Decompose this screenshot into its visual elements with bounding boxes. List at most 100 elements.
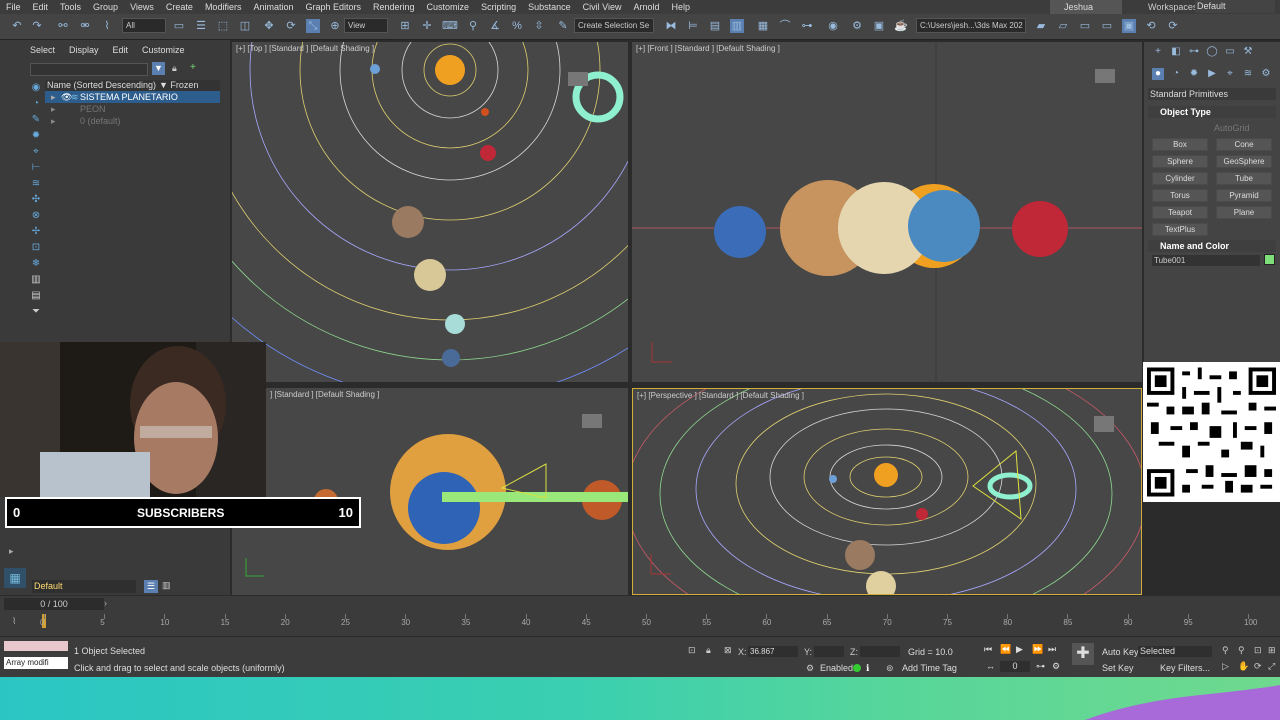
maxscript-input[interactable]: Array modifi xyxy=(4,657,68,669)
select-by-name-icon[interactable]: ☰ xyxy=(194,19,208,33)
zoom-icon[interactable]: ⚲ xyxy=(1222,645,1229,656)
next-frame-icon[interactable]: ⏩ xyxy=(1032,644,1043,655)
tab-edit[interactable]: Edit xyxy=(113,45,129,55)
shapes-icon[interactable]: ◔ xyxy=(1170,68,1182,80)
rotate-icon[interactable]: ⟳ xyxy=(284,19,298,33)
display-xrefs-icon[interactable]: ⊗ xyxy=(30,210,42,222)
display-shapes-icon[interactable]: ✎ xyxy=(30,114,42,126)
sphere-button[interactable]: Sphere xyxy=(1152,155,1208,168)
user-account-button[interactable]: Jeshua Arma... xyxy=(1050,0,1122,26)
menu-animation[interactable]: Animation xyxy=(247,0,299,14)
planet[interactable] xyxy=(370,64,380,74)
layer-explorer-icon[interactable]: ▥ xyxy=(730,19,744,33)
layer-dropdown[interactable]: Default xyxy=(32,580,136,593)
unlink-icon[interactable]: ⚮ xyxy=(78,19,92,33)
time-tag-icon[interactable]: ⊚ xyxy=(886,663,894,674)
go-to-start-icon[interactable]: ⏮ xyxy=(984,644,992,655)
select-object-icon[interactable]: ▭ xyxy=(172,19,186,33)
motion-tab-icon[interactable]: ◯ xyxy=(1206,46,1218,58)
snaps-toggle-icon[interactable]: ⚲ xyxy=(466,19,480,33)
ribbon-icon[interactable]: ▦ xyxy=(756,19,770,33)
curve-editor-icon[interactable]: ⌒ xyxy=(778,19,792,33)
tube-button[interactable]: Tube xyxy=(1216,172,1272,185)
object-color-swatch[interactable] xyxy=(1264,254,1275,265)
menu-modifiers[interactable]: Modifiers xyxy=(199,0,248,14)
menu-views[interactable]: Views xyxy=(124,0,160,14)
tab-select[interactable]: Select xyxy=(30,45,55,55)
planet[interactable] xyxy=(392,206,424,238)
hierarchy-icon[interactable]: ▤ xyxy=(30,290,42,302)
name-column-header[interactable]: Name (Sorted Descending) xyxy=(47,80,156,90)
display-containers-icon[interactable]: ⊡ xyxy=(30,242,42,254)
edit-named-selection-icon[interactable]: ✎ xyxy=(556,19,570,33)
filter-toggle-icon[interactable]: ⏷ xyxy=(30,306,42,318)
undo-icon[interactable]: ↶ xyxy=(10,19,24,33)
current-frame-field[interactable]: 0 xyxy=(1000,661,1030,672)
absolute-mode-icon[interactable]: ⊠ xyxy=(724,645,732,656)
menu-group[interactable]: Group xyxy=(87,0,124,14)
menu-create[interactable]: Create xyxy=(160,0,199,14)
percent-snap-icon[interactable]: % xyxy=(510,19,524,33)
planet[interactable] xyxy=(480,145,496,161)
angle-snap-icon[interactable]: ∡ xyxy=(488,19,502,33)
sync-icon[interactable]: ⟲ xyxy=(1144,19,1158,33)
pan-icon[interactable]: ✋ xyxy=(1238,661,1249,672)
z-coordinate-field[interactable] xyxy=(860,646,900,657)
layout-2-icon[interactable]: ▭ xyxy=(1100,19,1114,33)
selected-tube[interactable] xyxy=(987,472,1033,500)
zoom-extents-all-icon[interactable]: ⊞ xyxy=(1268,645,1276,656)
filter-icon[interactable]: ▼ xyxy=(152,62,165,75)
viewcube-icon[interactable] xyxy=(1095,69,1115,83)
enabled-indicator[interactable] xyxy=(853,664,861,672)
viewcube-icon[interactable] xyxy=(1094,416,1114,432)
viewport-perspective[interactable]: [+] [Perspective ] [Standard ] [Default … xyxy=(632,388,1142,595)
lock-icon[interactable]: 🔒︎ xyxy=(172,63,177,74)
fov-icon[interactable]: ▷ xyxy=(1222,661,1229,672)
cone-button[interactable]: Cone xyxy=(1216,138,1272,151)
display-geometry-icon[interactable]: ◔ xyxy=(30,98,42,110)
set-key-button[interactable]: Set Key xyxy=(1102,663,1134,673)
pyramid-button[interactable]: Pyramid xyxy=(1216,189,1272,202)
name-and-color-rollout[interactable]: Name and Color xyxy=(1148,240,1276,252)
cylinder-button[interactable]: Cylinder xyxy=(1152,172,1208,185)
hierarchy-tab-icon[interactable]: ⊶ xyxy=(1188,46,1200,58)
menu-arnold[interactable]: Arnold xyxy=(627,0,665,14)
tab-customize[interactable]: Customize xyxy=(142,45,185,55)
placement-icon[interactable]: ⊕ xyxy=(328,19,342,33)
neptune[interactable] xyxy=(908,190,980,262)
viewcube-icon[interactable] xyxy=(582,414,602,428)
box-button[interactable]: Box xyxy=(1152,138,1208,151)
set-key-icon[interactable]: ✚ xyxy=(1072,643,1094,665)
viewport-top[interactable]: [+] [Top ] [Standard ] [Default Shading … xyxy=(232,42,628,382)
key-filters-button[interactable]: Key Filters... xyxy=(1160,663,1210,673)
scene-explorer-toggle-icon[interactable]: ▦ xyxy=(4,568,26,588)
tree-header[interactable]: Name (Sorted Descending) ▼ Frozen xyxy=(45,80,220,91)
scale-gizmo[interactable] xyxy=(972,450,1022,521)
named-selection-set-dropdown[interactable]: Create Selection Se xyxy=(574,18,654,33)
viewport-label[interactable]: [+] [Top ] [Standard ] [Default Shading … xyxy=(236,44,374,53)
modify-tab-icon[interactable]: ◧ xyxy=(1170,46,1182,58)
systems-icon[interactable]: ⚙ xyxy=(1260,68,1272,80)
timeline[interactable]: 0 / 100 › ⌇ 0 5 10 15 20 25 30 35 40 45 50 55 60 65 70… xyxy=(0,596,1280,636)
menu-civil-view[interactable]: Civil View xyxy=(577,0,628,14)
display-tab-icon[interactable]: ▭ xyxy=(1224,46,1236,58)
viewport-label[interactable]: ] [Standard ] [Default Shading ] xyxy=(270,390,379,399)
planet[interactable] xyxy=(481,108,489,116)
y-coordinate-field[interactable] xyxy=(814,646,844,657)
spacewarps-icon[interactable]: ≋ xyxy=(1242,68,1254,80)
tree-row[interactable]: ▸ PEON xyxy=(45,103,220,115)
viewport-front[interactable]: [+] [Front ] [Standard ] [Default Shadin… xyxy=(632,42,1142,382)
zoom-extents-icon[interactable]: ⊡ xyxy=(1254,645,1262,656)
geosphere-button[interactable]: GeoSphere xyxy=(1216,155,1272,168)
menu-tools[interactable]: Tools xyxy=(54,0,87,14)
plane-button[interactable]: Plane xyxy=(1216,206,1272,219)
menu-help[interactable]: Help xyxy=(665,0,696,14)
time-configuration-icon[interactable]: ⚙ xyxy=(1052,661,1060,672)
primitive-type-dropdown[interactable]: Standard Primitives xyxy=(1148,88,1276,100)
settings-icon[interactable]: ⟳ xyxy=(1166,19,1180,33)
key-mode-icon[interactable]: ⊶ xyxy=(1036,661,1045,672)
select-manipulate-icon[interactable]: ✛ xyxy=(420,19,434,33)
tab-display[interactable]: Display xyxy=(69,45,99,55)
x-coordinate-field[interactable]: 36.867 xyxy=(748,646,798,657)
workspace-dropdown[interactable]: Default xyxy=(1195,0,1275,13)
